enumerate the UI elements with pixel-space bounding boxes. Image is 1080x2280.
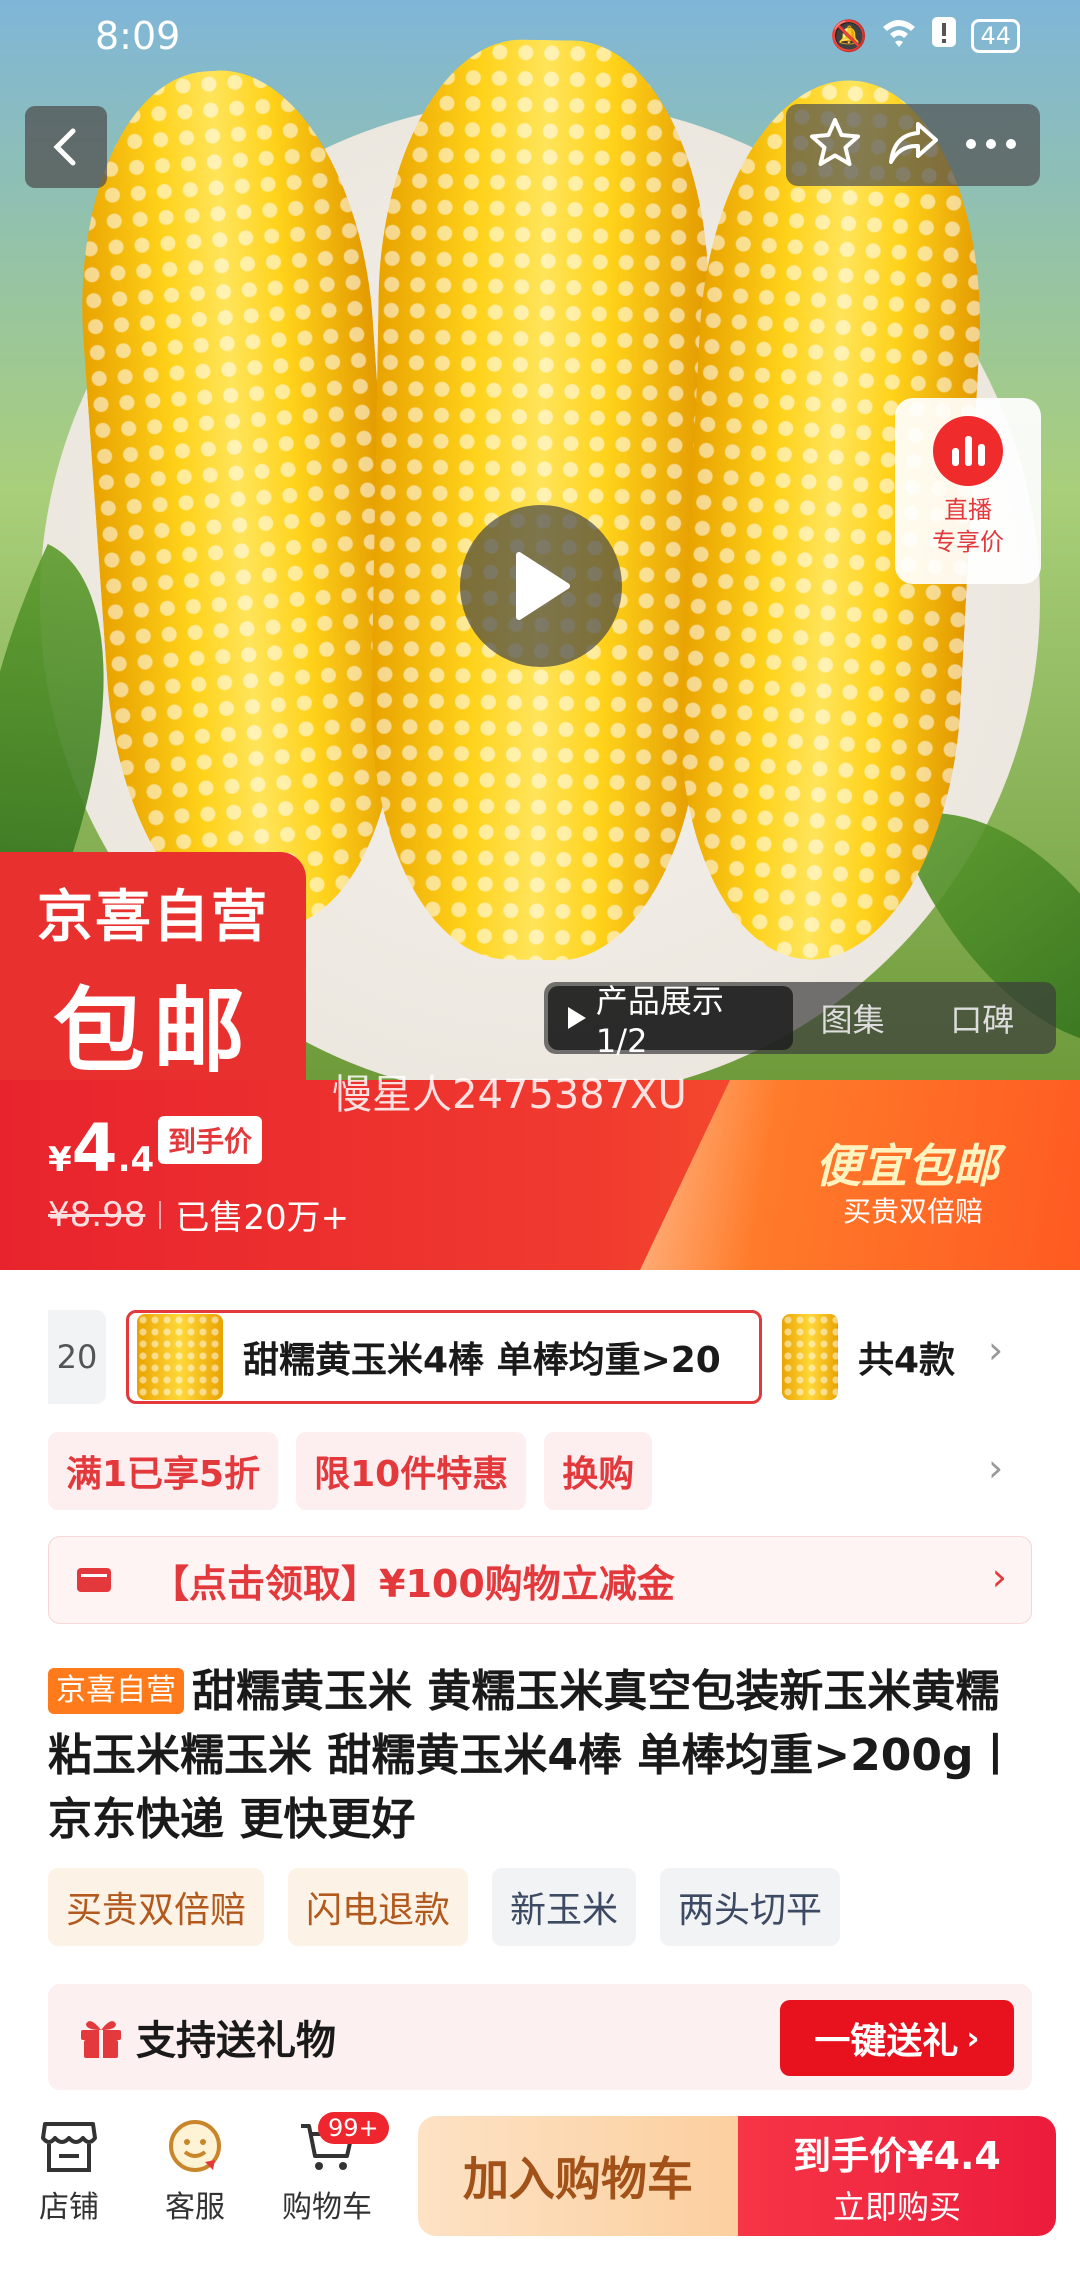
sku-thumbnail-next (782, 1314, 838, 1400)
price-currency: ¥ (48, 1140, 72, 1180)
coupon-banner[interactable]: 【点击领取】¥100购物立减金 › (48, 1536, 1032, 1624)
more-icon[interactable] (964, 136, 1018, 155)
sku-count-chip[interactable]: 共4款 (782, 1310, 982, 1404)
price-decimal: .4 (117, 1140, 155, 1180)
media-tabs: 产品展示1/2 图集 口碑 (544, 982, 1056, 1060)
original-price: ¥8.98 (48, 1194, 146, 1235)
status-icons: 🔕 44 (830, 16, 1020, 56)
sku-count-label: 共4款 (858, 1340, 956, 1381)
nav-service-label: 客服 (165, 2190, 225, 2225)
product-image-carousel[interactable]: 8:09 🔕 44 直播 专享价 京喜自营 包邮 产品展示1/2 图集 口碑 (0, 0, 1080, 1085)
gift-label: 支持送礼物 (136, 2018, 336, 2064)
status-time: 8:09 (95, 14, 181, 58)
final-price: ¥ 4 .4 (48, 1110, 154, 1187)
promo-chevron-right-icon[interactable]: › (988, 1446, 1003, 1490)
buy-now-label: 立即购买 (832, 2187, 961, 2226)
coupon-chevron-right-icon: › (991, 1555, 1007, 1599)
live-line1: 直播 (944, 496, 992, 524)
live-price-badge[interactable]: 直播 专享价 (895, 398, 1041, 584)
sku-chip-prev-label: 20 (56, 1338, 98, 1376)
tab-gallery[interactable]: 图集 (793, 986, 913, 1050)
gift-icon (78, 2014, 124, 2060)
add-to-cart-button[interactable]: 加入购物车 (418, 2116, 738, 2236)
sku-chevron-right-icon[interactable]: › (988, 1328, 1003, 1372)
sku-chip-prev[interactable]: 20 (48, 1310, 106, 1404)
share-icon[interactable] (886, 118, 940, 172)
sku-selector: 20 甜糯黄玉米4棒 单棒均重>20 共4款 › (0, 1300, 1080, 1410)
favorite-star-icon[interactable] (808, 116, 862, 174)
promo-tag-limited[interactable]: 限10件特惠 (296, 1432, 527, 1510)
play-icon (516, 552, 570, 620)
chevron-right-icon: › (966, 2019, 980, 2057)
top-action-group (786, 104, 1040, 186)
final-price-tag: 到手价 (158, 1116, 263, 1164)
tab-product-video-label: 产品展示1/2 (595, 982, 724, 1060)
play-small-icon (567, 1007, 586, 1029)
back-button[interactable] (25, 106, 107, 188)
promo-tag-discount[interactable]: 满1已享5折 (48, 1432, 279, 1510)
sold-count: 已售20万+ (175, 1198, 350, 1238)
buy-now-button[interactable]: 到手价¥4.4 立即购买 (738, 2116, 1056, 2236)
status-bar: 8:09 🔕 44 (0, 0, 1080, 72)
price-sub-info: ¥8.98 已售20万+ (48, 1190, 349, 1239)
alert-icon (931, 16, 957, 56)
corn-cob-middle (366, 37, 714, 963)
divider (159, 1200, 162, 1229)
service-features: 买贵双倍赔 闪电退款 新玉米 两头切平 (48, 1868, 841, 1946)
gift-bar: 支持送礼物 一键送礼 › (48, 1984, 1032, 2090)
feature-trimmed[interactable]: 两头切平 (660, 1868, 841, 1946)
store-badge-line1: 京喜自营 (37, 885, 269, 950)
feature-fast-refund[interactable]: 闪电退款 (288, 1868, 469, 1946)
coupon-card-icon (77, 1568, 111, 1592)
store-badge: 京喜自营 包邮 (0, 852, 306, 1085)
promo-tags: 满1已享5折 限10件特惠 换购 (48, 1432, 653, 1510)
tab-product-video[interactable]: 产品展示1/2 (548, 982, 793, 1060)
sku-chip-selected[interactable]: 甜糯黄玉米4棒 单棒均重>20 (126, 1310, 762, 1404)
price-integer: 4 (71, 1110, 118, 1187)
user-watermark: 慢星人2475387XU (332, 1072, 687, 1118)
sku-selected-label: 甜糯黄玉米4棒 单棒均重>20 (243, 1340, 721, 1381)
mute-bell-icon: 🔕 (830, 18, 868, 54)
feature-price-guarantee[interactable]: 买贵双倍赔 (48, 1868, 265, 1946)
sku-thumbnail (137, 1314, 223, 1400)
nav-shop-label: 店铺 (39, 2190, 99, 2225)
customer-service-icon (169, 2120, 221, 2172)
send-gift-button-label: 一键送礼 (814, 2021, 959, 2062)
nav-service[interactable]: 客服 (140, 2118, 250, 2226)
shop-icon (41, 2122, 97, 2172)
free-shipping-sub: 买贵双倍赔 (843, 1195, 984, 1228)
live-bars-icon (933, 416, 1003, 486)
nav-cart-label: 购物车 (282, 2190, 372, 2225)
product-title-text: 甜糯黄玉米 黄糯玉米真空包装新玉米黄糯粘玉米糯玉米 甜糯黄玉米4棒 单棒均重>2… (48, 1666, 1018, 1845)
battery-icon: 44 (971, 19, 1020, 53)
cart-count-badge: 99+ (318, 2112, 389, 2144)
live-line2: 专享价 (932, 528, 1004, 556)
bottom-action-bar: 店铺 客服 购物车 99+ 加入购物车 到手价¥4.4 立即购买 (0, 2100, 1080, 2280)
tab-reviews[interactable]: 口碑 (912, 986, 1052, 1050)
coupon-text: 【点击领取】¥100购物立减金 (151, 1561, 675, 1606)
buy-now-price: 到手价¥4.4 (793, 2133, 1001, 2178)
store-badge-line2: 包邮 (52, 978, 253, 1085)
wifi-icon (881, 17, 917, 55)
feature-new-corn[interactable]: 新玉米 (492, 1868, 637, 1946)
play-video-button[interactable] (460, 505, 622, 667)
self-operated-tag: 京喜自营 (48, 1668, 184, 1714)
nav-shop[interactable]: 店铺 (14, 2118, 124, 2226)
chevron-left-icon (53, 128, 76, 166)
free-shipping-title: 便宜包邮 (815, 1139, 999, 1193)
product-title: 京喜自营 甜糯黄玉米 黄糯玉米真空包装新玉米黄糯粘玉米糯玉米 甜糯黄玉米4棒 单棒… (48, 1660, 1038, 1852)
promo-tag-exchange[interactable]: 换购 (544, 1432, 653, 1510)
send-gift-button[interactable]: 一键送礼 › (780, 2000, 1014, 2076)
